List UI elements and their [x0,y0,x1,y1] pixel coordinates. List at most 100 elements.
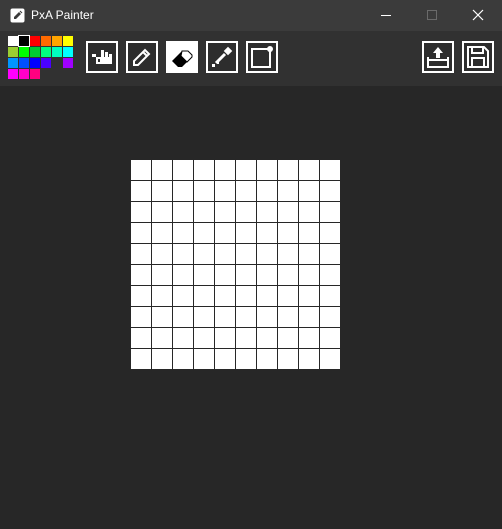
pixel-cell[interactable] [320,328,340,348]
pixel-cell[interactable] [215,286,235,306]
pixel-cell[interactable] [215,265,235,285]
palette-swatch[interactable] [63,47,73,57]
pixel-cell[interactable] [320,181,340,201]
pixel-cell[interactable] [299,181,319,201]
pixel-cell[interactable] [236,265,256,285]
pixel-cell[interactable] [278,202,298,222]
minimize-button[interactable] [363,0,409,31]
pixel-cell[interactable] [152,286,172,306]
pixel-cell[interactable] [152,244,172,264]
palette-swatch[interactable] [19,58,29,68]
palette-swatch[interactable] [41,58,51,68]
pixel-cell[interactable] [236,160,256,180]
pixel-cell[interactable] [173,223,193,243]
pixel-cell[interactable] [236,223,256,243]
pixel-cell[interactable] [173,160,193,180]
pixel-cell[interactable] [152,160,172,180]
pixel-cell[interactable] [320,286,340,306]
pixel-cell[interactable] [215,202,235,222]
fill-tool-button[interactable] [86,41,118,73]
pixel-cell[interactable] [257,265,277,285]
pencil-tool-button[interactable] [126,41,158,73]
pixel-cell[interactable] [299,307,319,327]
pixel-cell[interactable] [236,328,256,348]
pixel-cell[interactable] [278,265,298,285]
pixel-cell[interactable] [173,181,193,201]
save-button[interactable] [462,41,494,73]
pixel-cell[interactable] [299,244,319,264]
pixel-cell[interactable] [131,328,151,348]
palette-swatch[interactable] [52,36,62,46]
close-button[interactable] [455,0,501,31]
pixel-cell[interactable] [299,223,319,243]
pixel-cell[interactable] [173,349,193,369]
palette-swatch[interactable] [8,47,18,57]
eraser-tool-button[interactable] [166,41,198,73]
pixel-cell[interactable] [236,202,256,222]
pixel-cell[interactable] [320,244,340,264]
pixel-cell[interactable] [131,244,151,264]
pixel-cell[interactable] [320,160,340,180]
pixel-cell[interactable] [131,181,151,201]
maximize-button[interactable] [409,0,455,31]
new-canvas-tool-button[interactable] [246,41,278,73]
pixel-cell[interactable] [257,328,277,348]
pixel-cell[interactable] [320,307,340,327]
pixel-cell[interactable] [257,181,277,201]
pixel-cell[interactable] [194,223,214,243]
pixel-cell[interactable] [320,349,340,369]
pixel-cell[interactable] [299,286,319,306]
palette-swatch[interactable] [52,47,62,57]
pixel-cell[interactable] [131,307,151,327]
pixel-cell[interactable] [131,349,151,369]
pixel-cell[interactable] [215,160,235,180]
pixel-cell[interactable] [236,307,256,327]
pixel-cell[interactable] [131,223,151,243]
pixel-cell[interactable] [173,202,193,222]
pixel-cell[interactable] [278,349,298,369]
pixel-cell[interactable] [278,328,298,348]
pixel-cell[interactable] [131,202,151,222]
pixel-cell[interactable] [257,160,277,180]
pixel-cell[interactable] [194,202,214,222]
pixel-cell[interactable] [152,202,172,222]
palette-swatch[interactable] [41,36,51,46]
pixel-cell[interactable] [173,286,193,306]
pixel-cell[interactable] [215,223,235,243]
pixel-cell[interactable] [194,181,214,201]
pixel-cell[interactable] [173,244,193,264]
pixel-cell[interactable] [299,328,319,348]
pixel-cell[interactable] [215,244,235,264]
pixel-cell[interactable] [236,349,256,369]
palette-swatch[interactable] [19,47,29,57]
pixel-cell[interactable] [278,160,298,180]
pixel-cell[interactable] [194,328,214,348]
pixel-cell[interactable] [320,202,340,222]
palette-swatch[interactable] [8,69,18,79]
pixel-cell[interactable] [236,286,256,306]
pixel-cell[interactable] [236,244,256,264]
pixel-cell[interactable] [131,160,151,180]
pixel-cell[interactable] [152,349,172,369]
palette-swatch[interactable] [41,47,51,57]
pixel-cell[interactable] [215,181,235,201]
palette-swatch[interactable] [19,69,29,79]
pixel-cell[interactable] [173,328,193,348]
pixel-cell[interactable] [131,265,151,285]
pixel-cell[interactable] [257,307,277,327]
pixel-cell[interactable] [194,349,214,369]
pixel-cell[interactable] [299,265,319,285]
pixel-cell[interactable] [215,328,235,348]
pixel-cell[interactable] [278,307,298,327]
pixel-cell[interactable] [131,286,151,306]
pixel-cell[interactable] [257,244,277,264]
export-button[interactable] [422,41,454,73]
eyedropper-tool-button[interactable] [206,41,238,73]
pixel-cell[interactable] [194,160,214,180]
pixel-cell[interactable] [257,349,277,369]
palette-swatch[interactable] [30,69,40,79]
pixel-cell[interactable] [215,307,235,327]
palette-swatch[interactable] [52,58,62,68]
pixel-cell[interactable] [278,181,298,201]
pixel-cell[interactable] [194,265,214,285]
